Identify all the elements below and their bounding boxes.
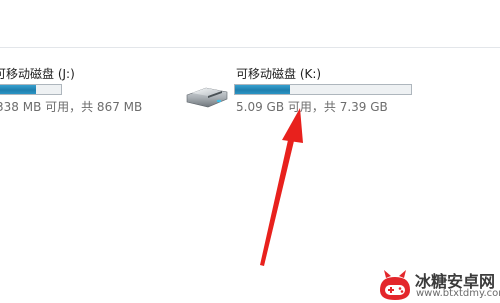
section-divider — [0, 47, 500, 48]
drive-label: 可移动磁盘 (K:) — [236, 67, 322, 81]
drive-usage-bar — [0, 84, 62, 95]
drive-free-space: 338 MB 可用，共 867 MB — [0, 100, 143, 114]
drive-label: 可移动磁盘 (J:) — [0, 67, 75, 81]
watermark-logo-icon — [380, 270, 410, 300]
drive-usage-bar — [234, 84, 412, 95]
watermark-url: www.btxtdmy.com — [416, 288, 500, 299]
watermark: 冰糖安卓网 www.btxtdmy.com — [376, 266, 500, 303]
drive-free-space: 5.09 GB 可用，共 7.39 GB — [236, 100, 388, 114]
usb-drive-icon — [186, 87, 228, 108]
red-arrow-icon — [260, 108, 303, 266]
drive-usage-fill — [235, 85, 290, 94]
drive-usage-fill — [0, 85, 37, 94]
